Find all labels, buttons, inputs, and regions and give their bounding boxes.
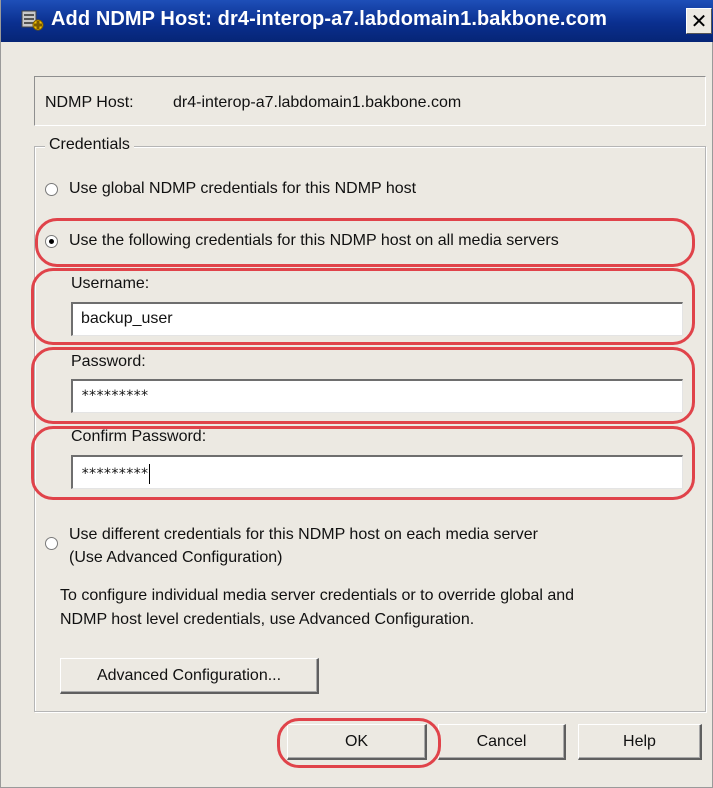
- confirm-password-input[interactable]: *********: [71, 455, 683, 489]
- close-button[interactable]: ✕: [686, 8, 712, 34]
- advanced-config-info: To configure individual media server cre…: [60, 584, 700, 632]
- info-line-2: NDMP host level credentials, use Advance…: [60, 611, 475, 628]
- radio-different-credentials-label: Use different credentials for this NDMP …: [69, 526, 538, 543]
- radio-button[interactable]: [45, 537, 58, 550]
- radio-global-credentials[interactable]: Use global NDMP credentials for this NDM…: [45, 180, 685, 202]
- text-caret: [148, 464, 150, 484]
- radio-following-credentials[interactable]: Use the following credentials for this N…: [45, 232, 685, 254]
- radio-different-credentials[interactable]: Use different credentials for this NDMP …: [45, 523, 685, 569]
- window-title: Add NDMP Host: dr4-interop-a7.labdomain1…: [51, 8, 608, 30]
- host-label: NDMP Host:: [45, 94, 134, 111]
- radio-global-credentials-label: Use global NDMP credentials for this NDM…: [69, 180, 417, 197]
- add-ndmp-host-dialog: Add NDMP Host: dr4-interop-a7.labdomain1…: [0, 0, 713, 788]
- radio-button-selected[interactable]: [45, 235, 58, 248]
- radio-different-credentials-sublabel: (Use Advanced Configuration): [69, 549, 283, 566]
- help-button[interactable]: Help: [578, 724, 702, 760]
- password-value: *********: [81, 388, 149, 404]
- ok-button[interactable]: OK: [287, 724, 427, 760]
- radio-button[interactable]: [45, 183, 58, 196]
- ndmp-host-icon: [21, 10, 44, 31]
- password-label: Password:: [71, 353, 146, 370]
- username-input[interactable]: backup_user: [71, 302, 683, 336]
- cancel-button[interactable]: Cancel: [438, 724, 566, 760]
- confirm-password-label: Confirm Password:: [71, 428, 207, 445]
- host-info-panel: NDMP Host: dr4-interop-a7.labdomain1.bak…: [34, 76, 706, 126]
- close-icon: ✕: [690, 11, 708, 33]
- password-input[interactable]: *********: [71, 379, 683, 413]
- username-value: backup_user: [81, 310, 173, 327]
- info-line-1: To configure individual media server cre…: [60, 587, 575, 604]
- credentials-group-label: Credentials: [45, 136, 134, 154]
- radio-following-credentials-label: Use the following credentials for this N…: [69, 232, 559, 249]
- advanced-configuration-button[interactable]: Advanced Configuration...: [60, 658, 319, 694]
- title-bar[interactable]: Add NDMP Host: dr4-interop-a7.labdomain1…: [1, 0, 713, 42]
- host-value: dr4-interop-a7.labdomain1.bakbone.com: [173, 94, 462, 111]
- confirm-password-value: *********: [81, 466, 149, 482]
- username-label: Username:: [71, 275, 150, 292]
